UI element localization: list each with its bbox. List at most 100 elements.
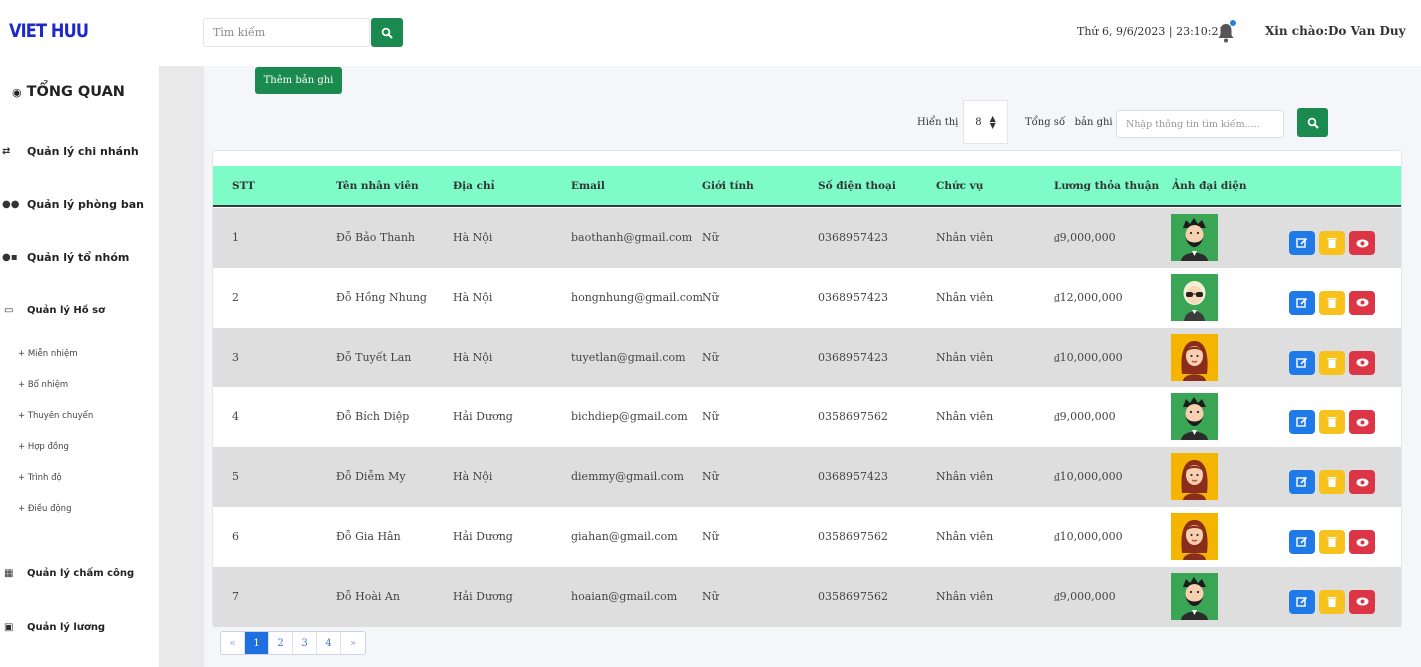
trash-icon [1327,297,1337,309]
next-page-button[interactable]: » [341,632,365,654]
users-icon: ●● [2,199,20,210]
column-header[interactable]: Tên nhân viên [336,180,419,192]
column-header[interactable]: Địa chỉ [453,180,495,192]
page-size-select[interactable]: 8 ▲ ▼ [963,100,1008,144]
total-records-label: Tổng số bản ghi [1025,117,1113,128]
logo[interactable]: VIET HUU [9,20,89,42]
page-button[interactable]: 2 [269,632,293,654]
employee-name: Đỗ Hồng Nhung [336,290,427,304]
employee-email: hoaian@gmail.com [571,589,678,603]
page-button[interactable]: 3 [293,632,317,654]
page-button[interactable]: 4 [317,632,341,654]
sort-icon: ▲ ▼ [989,114,996,130]
add-record-button[interactable]: Thêm bản ghi [255,67,342,94]
column-header[interactable]: Số điện thoại [818,180,896,192]
avatar [1171,453,1218,501]
employee-position: Nhân viên [936,410,994,424]
edit-icon [1296,416,1308,428]
sidebar-item-team[interactable]: ●▪ Quản lý tổ nhóm [2,251,129,264]
view-button[interactable] [1349,589,1375,614]
delete-button[interactable] [1319,589,1345,614]
sidebar-subitem[interactable]: + Miễn nhiệm [18,349,77,359]
avatar [1171,513,1218,560]
search-button[interactable] [371,18,403,47]
view-button[interactable] [1349,350,1375,375]
edit-icon [1296,536,1308,548]
sidebar-subitem[interactable]: + Bổ nhiệm [18,380,68,390]
sidebar-subitem[interactable]: + Điều động [18,504,71,514]
user-greeting[interactable]: Xin chào:Do Van Duy [1265,24,1406,38]
column-header[interactable]: Giới tính [702,180,754,192]
row-index: 7 [232,589,239,603]
edit-button[interactable] [1289,530,1315,554]
eye-icon [1356,538,1369,547]
trash-icon [1327,416,1337,428]
avatar [1171,572,1218,620]
sidebar-item-department[interactable]: ●● Quản lý phòng ban [2,198,144,211]
row-index: 2 [232,290,239,304]
sidebar-item-branch[interactable]: ⇄ Quản lý chi nhánh [2,145,139,158]
edit-button[interactable] [1289,470,1315,495]
calendar-icon: ▦ [4,568,14,579]
employee-address: Hà Nội [453,350,493,364]
trash-icon [1327,237,1337,249]
top-bar: VIET HUU Thứ 6, 9/6/2023 | 23:10:21 Xin … [0,0,1421,66]
sidebar-item-profile[interactable]: ▭ Quản lý Hồ sơ [2,305,105,316]
sidebar-item-label: Quản lý lương [27,622,106,633]
dashboard-icon: ◉ [12,85,22,99]
employee-phone: 0368957423 [818,231,888,244]
view-button[interactable] [1349,530,1375,554]
delete-button[interactable] [1319,231,1345,255]
edit-icon [1296,357,1308,369]
edit-button[interactable] [1289,290,1315,315]
employee-salary: ₫10,000,000 [1054,530,1123,543]
sidebar-title[interactable]: ◉ TỔNG QUAN [12,84,125,100]
sidebar-item-label: Quản lý phòng ban [27,198,144,211]
view-button[interactable] [1349,290,1375,315]
prev-page-button[interactable]: « [221,632,245,654]
filter-search-button[interactable] [1297,108,1328,137]
edit-button[interactable] [1289,410,1315,435]
avatar [1171,273,1218,321]
view-button[interactable] [1349,231,1375,255]
employee-name: Đỗ Bích Diệp [336,410,410,424]
delete-button[interactable] [1319,290,1345,315]
search-input[interactable] [203,18,370,47]
employee-address: Hải Dương [453,589,513,603]
employee-name: Đỗ Gia Hân [336,530,401,543]
sidebar-subitem[interactable]: + Thuyên chuyển [18,411,93,421]
employee-position: Nhân viên [936,290,994,304]
edit-icon [1296,596,1308,608]
employee-position: Nhân viên [936,350,994,364]
edit-button[interactable] [1289,350,1315,375]
search-icon [381,27,393,38]
filter-input[interactable] [1116,110,1284,138]
trash-icon [1327,596,1337,608]
column-header[interactable]: Lương thỏa thuận [1054,180,1159,192]
sidebar-title-label: TỔNG QUAN [26,84,125,100]
edit-button[interactable] [1289,589,1315,614]
employee-email: bichdiep@gmail.com [571,410,688,424]
sidebar-subitem[interactable]: + Trình độ [18,473,62,483]
column-header[interactable]: Email [571,180,605,192]
eye-icon [1356,298,1369,307]
column-header[interactable]: STT [232,180,255,192]
column-header[interactable]: Ảnh đại diện [1172,180,1247,192]
delete-button[interactable] [1319,350,1345,375]
employee-salary: ₫12,000,000 [1054,290,1123,304]
view-button[interactable] [1349,410,1375,435]
delete-button[interactable] [1319,410,1345,435]
user-group-icon: ●▪ [2,252,18,263]
column-header[interactable]: Chức vụ [936,180,983,192]
employee-phone: 0358697562 [818,589,888,603]
sidebar-item-salary[interactable]: ▣ Quản lý lương [2,622,105,633]
delete-button[interactable] [1319,470,1345,495]
employee-salary: ₫9,000,000 [1054,231,1116,244]
employee-name: Đỗ Diễm My [336,470,406,484]
delete-button[interactable] [1319,530,1345,554]
page-button[interactable]: 1 [245,632,269,654]
view-button[interactable] [1349,470,1375,495]
sidebar-subitem[interactable]: + Hợp đồng [18,442,69,452]
edit-button[interactable] [1289,231,1315,255]
sidebar-item-attendance[interactable]: ▦ Quản lý chấm công [2,568,134,579]
